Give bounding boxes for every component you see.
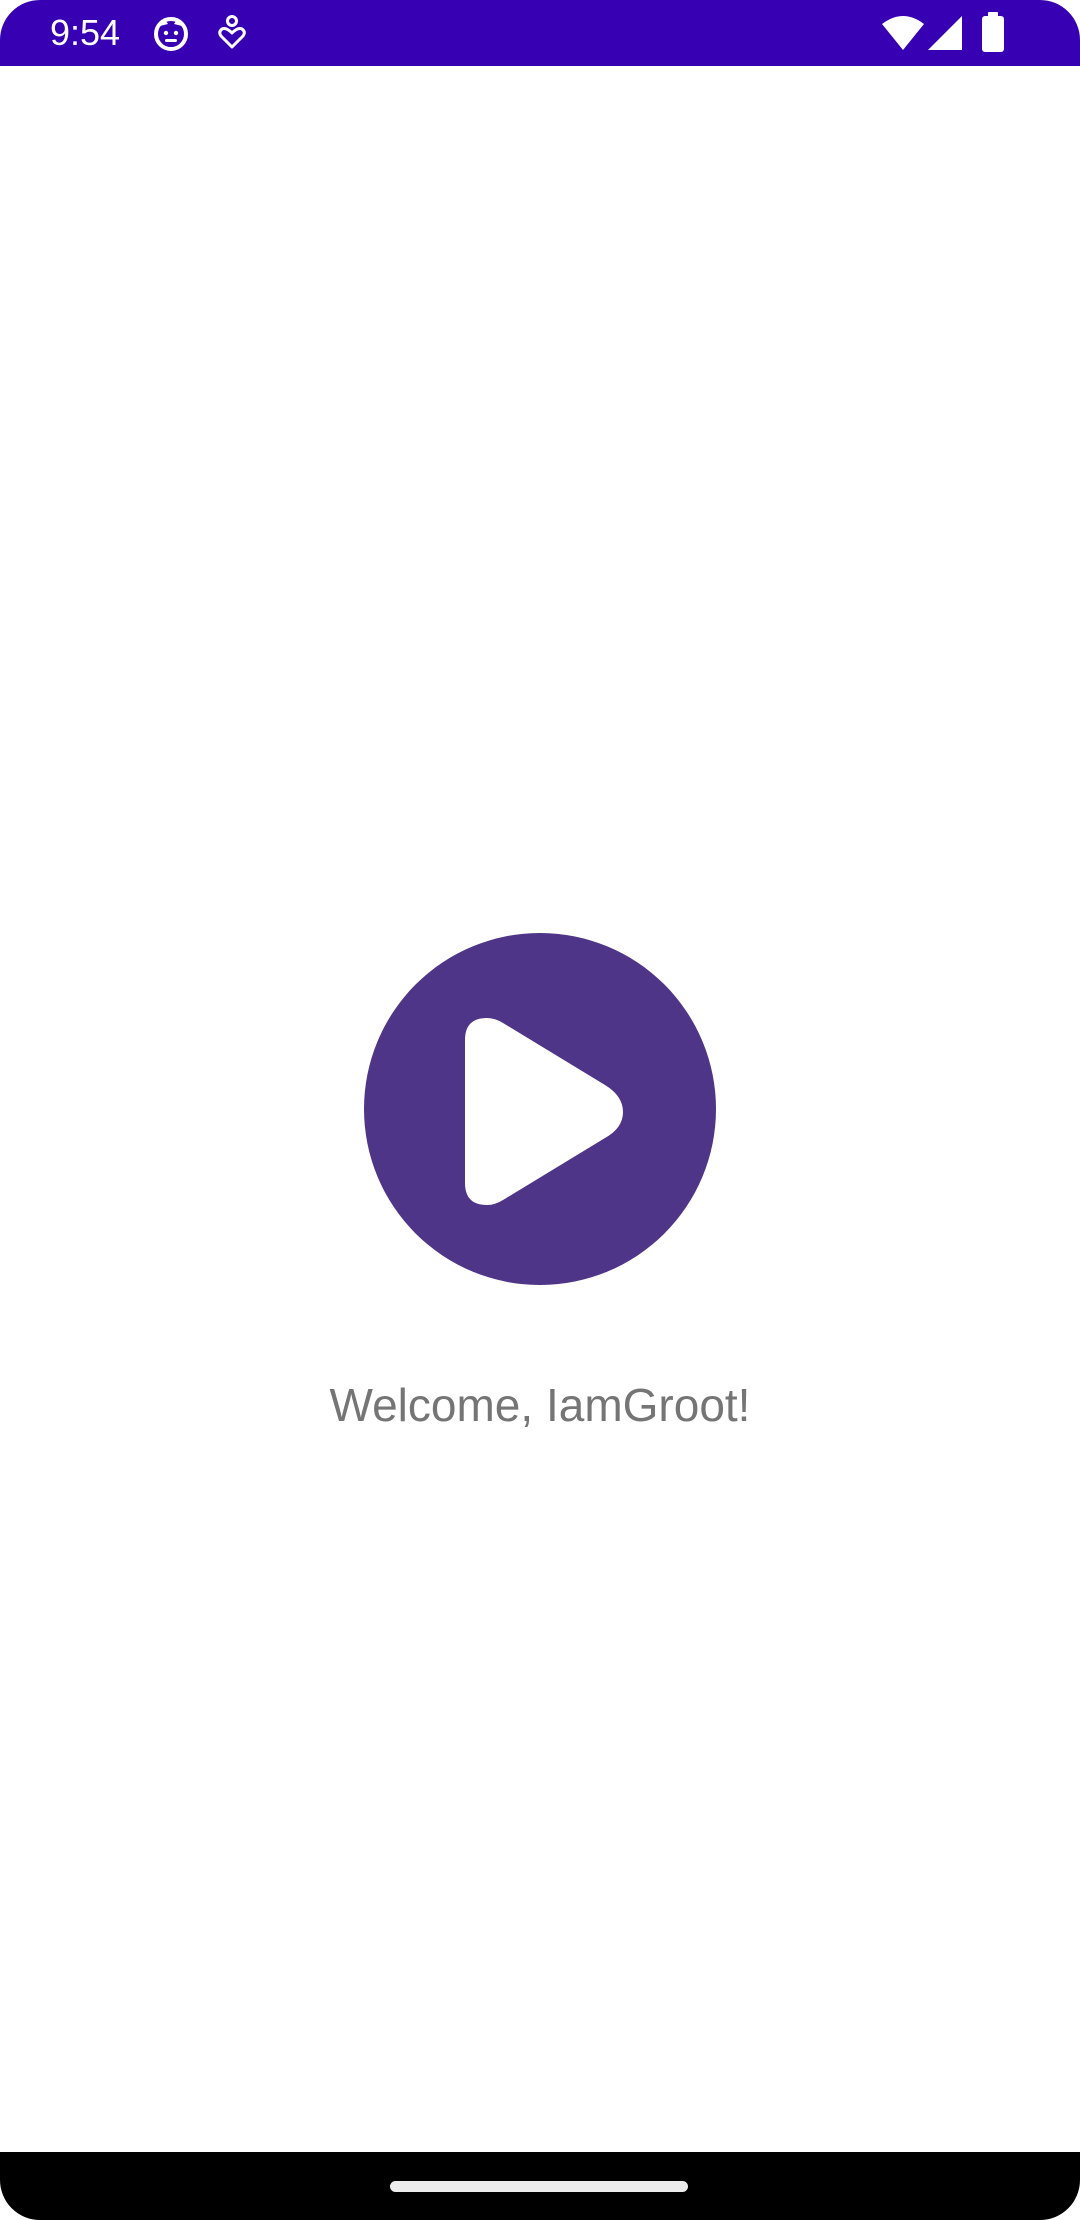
wifi-icon: [882, 16, 924, 50]
play-circle-icon: [364, 933, 716, 1285]
status-bar: 9:54: [0, 0, 1080, 66]
cellular-signal-icon: [928, 16, 962, 50]
status-time: 9:54: [50, 12, 121, 53]
battery-icon: [982, 12, 1004, 52]
navigation-bar: [0, 2152, 1080, 2220]
screen: 9:54 Welcome, IamGroot!: [0, 0, 1080, 2220]
accessibility-notification-icon: [218, 15, 246, 49]
home-gesture-handle[interactable]: [390, 2181, 688, 2192]
welcome-message: Welcome, IamGroot!: [329, 1379, 751, 1431]
face-notification-icon: [154, 17, 188, 51]
